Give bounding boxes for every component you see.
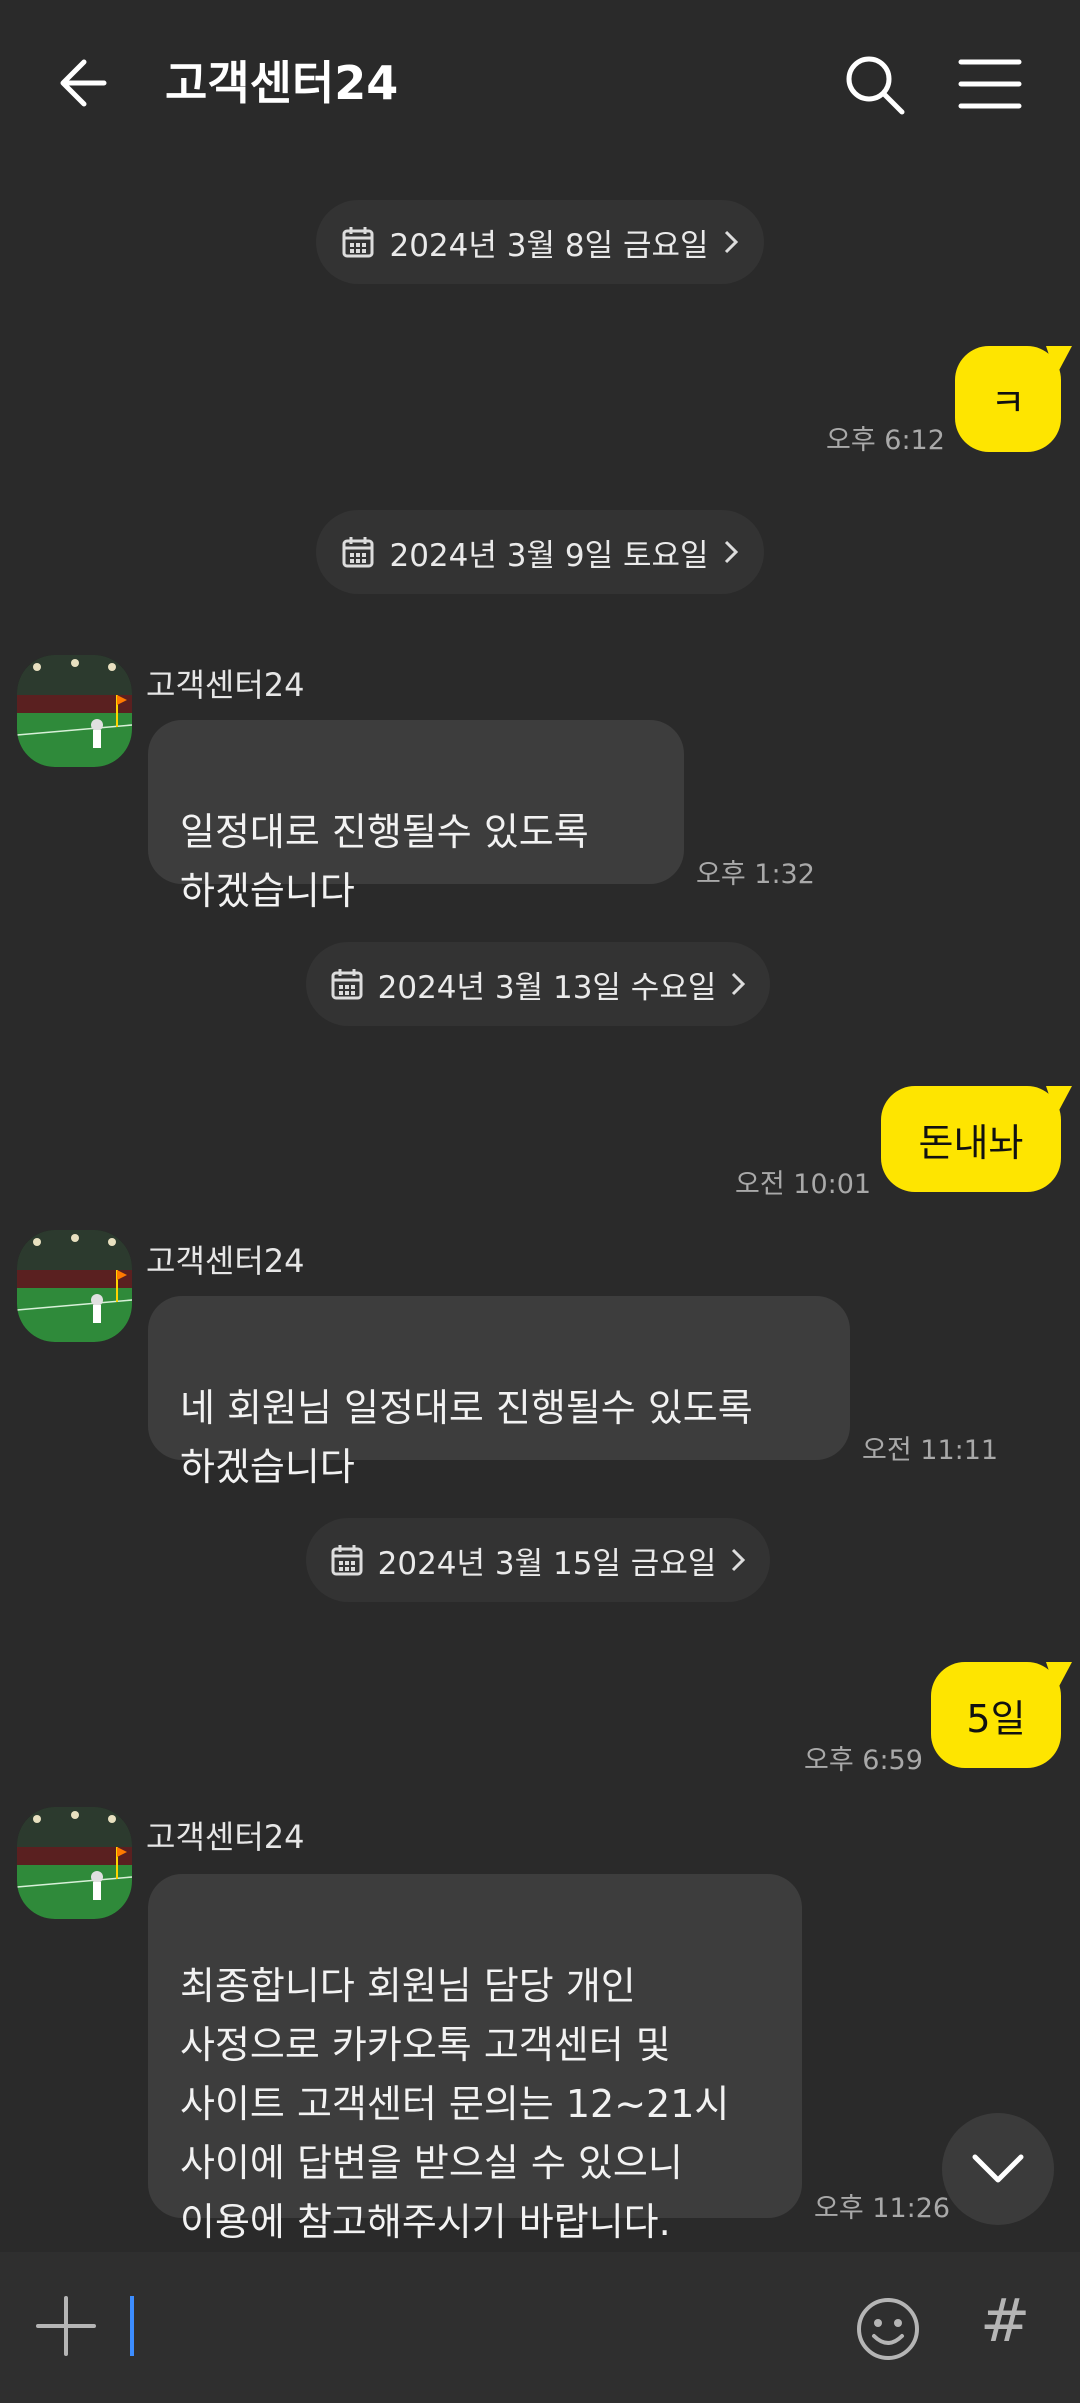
their-message-bubble[interactable]: 네 회원님 일정대로 진행될수 있도록 하겠습니다 <box>148 1296 850 1489</box>
avatar[interactable] <box>17 1807 132 1919</box>
their-message-bubble[interactable]: 최종합니다 회원님 담당 개인 사정으로 카카오톡 고객센터 및 사이트 고객센… <box>148 1874 802 2244</box>
message-time: 오후 11:26 <box>814 2193 951 2224</box>
chevron-right-icon <box>732 1548 746 1572</box>
message-text: 돈내놔 <box>918 1120 1024 1165</box>
chevron-right-icon <box>724 230 738 254</box>
soccer-stadium-avatar-image <box>17 655 132 767</box>
message-text: 일정대로 진행될수 있도록 하겠습니다 <box>180 810 589 913</box>
message-time: 오후 1:32 <box>696 859 815 890</box>
chat-title: 고객센터24 <box>165 56 399 110</box>
message-text: ㅋ <box>990 380 1026 425</box>
date-label: 2024년 3월 13일 수요일 <box>377 969 717 1006</box>
avatar[interactable] <box>17 655 132 767</box>
calendar-icon <box>342 227 374 258</box>
their-message-bubble[interactable]: 일정대로 진행될수 있도록 하겠습니다 <box>148 720 684 913</box>
back-arrow-icon[interactable] <box>52 48 122 118</box>
my-message-bubble[interactable]: 5일 <box>931 1662 1061 1768</box>
bubble-tail <box>1046 1662 1072 1692</box>
bubble-tail <box>1046 1086 1072 1116</box>
date-divider[interactable]: 2024년 3월 8일 금요일 <box>316 200 764 284</box>
message-text: 네 회원님 일정대로 진행될수 있도록 하겠습니다 <box>180 1386 753 1489</box>
search-icon[interactable] <box>840 50 910 120</box>
date-divider[interactable]: 2024년 3월 9일 토요일 <box>316 510 764 594</box>
date-divider[interactable]: 2024년 3월 13일 수요일 <box>306 942 770 1026</box>
chevron-right-icon <box>732 972 746 996</box>
date-label: 2024년 3월 8일 금요일 <box>389 227 709 264</box>
message-text: 5일 <box>966 1696 1026 1741</box>
bubble-tail <box>1046 346 1072 376</box>
hamburger-menu-icon[interactable] <box>955 52 1025 116</box>
calendar-icon <box>331 969 363 1000</box>
text-input-cursor[interactable] <box>130 2296 134 2356</box>
date-divider[interactable]: 2024년 3월 15일 금요일 <box>306 1518 770 1602</box>
scroll-to-bottom-button[interactable] <box>942 2113 1054 2225</box>
calendar-icon <box>342 537 374 568</box>
message-time: 오전 11:11 <box>862 1435 999 1466</box>
plus-icon[interactable] <box>34 2294 98 2358</box>
date-label: 2024년 3월 15일 금요일 <box>377 1545 717 1582</box>
my-message-bubble[interactable]: 돈내놔 <box>881 1086 1061 1192</box>
avatar[interactable] <box>17 1230 132 1342</box>
message-time: 오전 10:01 <box>735 1169 872 1200</box>
message-text: 최종합니다 회원님 담당 개인 사정으로 카카오톡 고객센터 및 사이트 고객센… <box>180 1964 730 2244</box>
date-label: 2024년 3월 9일 토요일 <box>389 537 709 574</box>
soccer-stadium-avatar-image <box>17 1807 132 1919</box>
message-input-bar: # <box>0 2252 1080 2403</box>
message-time: 오후 6:12 <box>826 425 945 456</box>
calendar-icon <box>331 1545 363 1576</box>
sender-name: 고객센터24 <box>146 1242 305 1280</box>
hashtag-search-button[interactable]: # <box>980 2286 1030 2356</box>
sender-name: 고객센터24 <box>146 666 305 704</box>
emoji-icon[interactable] <box>855 2296 921 2362</box>
sender-name: 고객센터24 <box>146 1818 305 1856</box>
chevron-right-icon <box>724 540 738 564</box>
chat-header: 고객센터24 <box>0 0 1080 170</box>
message-time: 오후 6:59 <box>804 1745 923 1776</box>
chevron-down-icon <box>972 2154 1024 2183</box>
soccer-stadium-avatar-image <box>17 1230 132 1342</box>
